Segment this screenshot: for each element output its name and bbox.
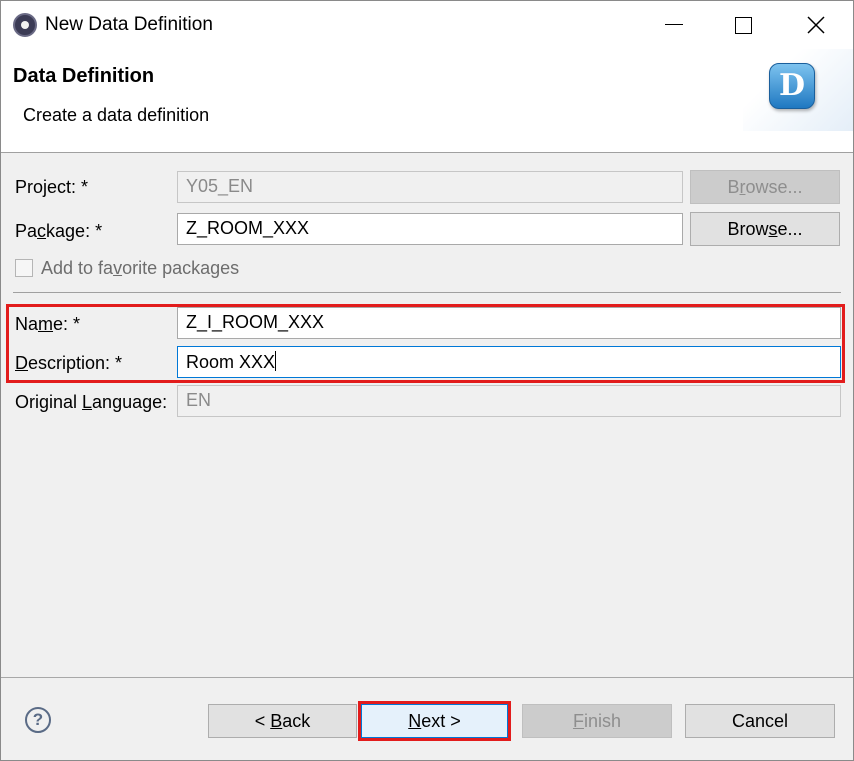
maximize-button[interactable]	[709, 1, 775, 49]
page-title: Data Definition	[13, 65, 155, 87]
description-input[interactable]: Room XXX	[177, 346, 841, 378]
close-button[interactable]	[783, 1, 849, 49]
wizard-banner: Data Definition Create a data definition…	[1, 49, 853, 153]
project-browse-button: Browse...	[690, 170, 840, 204]
page-subtitle: Create a data definition	[23, 105, 210, 125]
project-field: Y05_EN	[177, 171, 683, 203]
title-bar[interactable]: New Data Definition	[1, 1, 853, 49]
help-icon[interactable]: ?	[25, 707, 51, 733]
new-data-definition-dialog: New Data Definition Data Definition Crea…	[0, 0, 854, 761]
favorite-packages-checkbox[interactable]	[15, 259, 33, 277]
text-caret	[275, 351, 277, 371]
package-browse-button[interactable]: Browse...	[690, 212, 840, 246]
next-button[interactable]: Next >	[361, 704, 508, 738]
close-icon	[807, 16, 825, 34]
name-input[interactable]: Z_I_ROOM_XXX	[177, 307, 841, 339]
description-label: Description: *	[15, 353, 123, 373]
form-separator	[13, 292, 841, 293]
package-input[interactable]: Z_ROOM_XXX	[177, 213, 683, 245]
data-definition-icon: D	[769, 63, 815, 109]
name-label: Name: *	[15, 314, 81, 334]
footer-separator	[1, 677, 853, 678]
back-button[interactable]: < Back	[208, 704, 357, 738]
window-title: New Data Definition	[45, 14, 213, 35]
cancel-button[interactable]: Cancel	[685, 704, 835, 738]
eclipse-app-icon	[13, 13, 37, 37]
language-field: EN	[177, 385, 841, 417]
finish-button: Finish	[522, 704, 672, 738]
favorite-packages-label: Add to favorite packages	[41, 258, 240, 278]
language-label: Original Language:	[15, 392, 168, 412]
package-label: Package: *	[15, 221, 103, 241]
project-label: Project: *	[15, 177, 89, 197]
minimize-button[interactable]	[641, 1, 707, 49]
